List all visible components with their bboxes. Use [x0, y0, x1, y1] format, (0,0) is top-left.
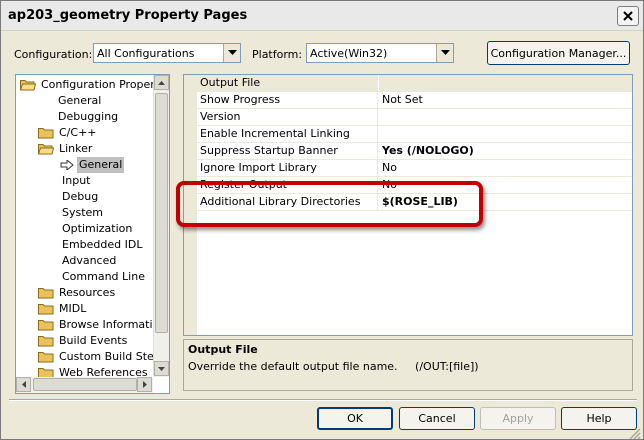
- window-title: ap203_geometry Property Pages: [8, 8, 248, 23]
- scroll-thumb[interactable]: [33, 378, 137, 391]
- arrow-right-icon: [60, 160, 74, 170]
- folder-icon: [38, 336, 54, 347]
- resize-grip-icon[interactable]: [627, 427, 641, 439]
- tree-item[interactable]: Browse Information: [38, 317, 168, 333]
- chevron-down-icon[interactable]: [223, 44, 240, 62]
- property-name: Output File: [197, 75, 378, 91]
- tree-item[interactable]: Optimization: [60, 221, 134, 237]
- category-tree: Configuration Properties General Debugging…: [15, 74, 170, 394]
- tree-item-label: System: [62, 206, 104, 219]
- property-value[interactable]: Yes (/NOLOGO): [379, 143, 632, 159]
- tree-item[interactable]: General: [60, 157, 125, 173]
- tree-item-label: C/C++: [59, 126, 97, 139]
- tree-item[interactable]: System: [60, 205, 105, 221]
- folder-icon: [38, 320, 54, 331]
- folder-icon: [38, 352, 54, 363]
- help-button[interactable]: Help: [561, 407, 637, 430]
- property-row[interactable]: Suppress Startup Banner Yes (/NOLOGO): [197, 143, 632, 160]
- chevron-down-icon[interactable]: [436, 44, 453, 62]
- configuration-manager-button[interactable]: Configuration Manager...: [487, 41, 630, 65]
- tree-item[interactable]: Custom Build Step: [38, 349, 163, 365]
- folder-icon: [38, 304, 54, 315]
- property-value[interactable]: [379, 75, 632, 91]
- description-panel: Output File Override the default output …: [183, 339, 633, 391]
- property-row[interactable]: Ignore Import Library No: [197, 160, 632, 177]
- tree-item-label: Linker: [59, 142, 93, 155]
- platform-label: Platform:: [252, 48, 303, 61]
- description-title: Output File: [188, 343, 258, 356]
- property-value[interactable]: [379, 109, 632, 125]
- property-pages-dialog: ap203_geometry Property Pages Configurat…: [0, 0, 644, 440]
- tree-vertical-scrollbar[interactable]: [153, 75, 169, 377]
- tree-item[interactable]: Build Events: [38, 333, 129, 349]
- tree-item[interactable]: Debugging: [56, 109, 120, 125]
- property-row[interactable]: Version: [197, 109, 632, 126]
- tree-item-label: Optimization: [62, 222, 133, 235]
- tree-item[interactable]: Embedded IDL: [60, 237, 144, 253]
- scroll-left-button[interactable]: [16, 377, 31, 392]
- tree-item-label: General: [77, 157, 125, 173]
- tree-item[interactable]: Command Line: [60, 269, 147, 285]
- tree-item[interactable]: MIDL: [38, 301, 88, 317]
- property-value[interactable]: No: [379, 160, 632, 176]
- tree-item-label: Advanced: [62, 254, 117, 267]
- folder-icon: [38, 288, 54, 299]
- tree-item[interactable]: C/C++: [38, 125, 99, 141]
- tree-item-label: MIDL: [59, 302, 87, 315]
- highlight-annotation: [176, 181, 483, 227]
- cancel-button[interactable]: Cancel: [399, 407, 475, 430]
- divider: [9, 399, 637, 401]
- tree-item[interactable]: Advanced: [60, 253, 118, 269]
- tree-item-label: Resources: [59, 286, 116, 299]
- property-name: Enable Incremental Linking: [197, 126, 378, 142]
- tree-item-label: Input: [62, 174, 91, 187]
- tree-item-label: General: [58, 94, 102, 107]
- scroll-up-button[interactable]: [154, 75, 169, 90]
- scroll-right-button[interactable]: [137, 377, 152, 392]
- tree-item-label: Configuration Properties: [41, 78, 170, 91]
- close-button[interactable]: [617, 6, 639, 26]
- tree-item[interactable]: General: [56, 93, 103, 109]
- property-name: Version: [197, 109, 378, 125]
- property-row[interactable]: Enable Incremental Linking: [197, 126, 632, 143]
- property-name: Ignore Import Library: [197, 160, 378, 176]
- tree-item[interactable]: Configuration Properties: [20, 77, 170, 93]
- tree-item-label: Command Line: [62, 270, 145, 283]
- tree-item-label: Browse Information: [59, 318, 167, 331]
- tree-item-label: Build Events: [59, 334, 128, 347]
- title-bar: ap203_geometry Property Pages: [1, 1, 643, 31]
- tree-item-label: Custom Build Step: [59, 350, 161, 363]
- tree-item-label: Debug: [62, 190, 99, 203]
- folder-icon: [38, 128, 54, 139]
- platform-value: Active(Win32): [310, 47, 388, 60]
- platform-select[interactable]: Active(Win32): [306, 43, 454, 63]
- tree-horizontal-scrollbar[interactable]: [16, 377, 153, 393]
- configuration-label: Configuration:: [14, 48, 93, 61]
- property-row[interactable]: Show Progress Not Set: [197, 92, 632, 109]
- tree-item[interactable]: Input: [60, 173, 92, 189]
- description-text: Override the default output file name. (…: [188, 360, 479, 373]
- property-name: Show Progress: [197, 92, 378, 108]
- ok-button[interactable]: OK: [317, 407, 393, 430]
- configuration-value: All Configurations: [97, 47, 195, 60]
- scroll-down-button[interactable]: [154, 361, 169, 376]
- property-value[interactable]: Not Set: [379, 92, 632, 108]
- tree-item-label: Embedded IDL: [62, 238, 143, 251]
- property-value[interactable]: [379, 126, 632, 142]
- tree-item[interactable]: Debug: [60, 189, 100, 205]
- close-icon: [623, 11, 633, 21]
- tree-item-label: Debugging: [58, 110, 119, 123]
- folder-open-icon: [38, 144, 54, 155]
- property-name: Suppress Startup Banner: [197, 143, 378, 159]
- tree-item[interactable]: Linker: [38, 141, 94, 157]
- property-row[interactable]: Output File: [197, 75, 632, 92]
- folder-open-icon: [20, 80, 36, 91]
- tree-item[interactable]: Resources: [38, 285, 117, 301]
- scroll-thumb[interactable]: [155, 93, 168, 333]
- configuration-select[interactable]: All Configurations: [93, 43, 241, 63]
- apply-button[interactable]: Apply: [480, 407, 556, 430]
